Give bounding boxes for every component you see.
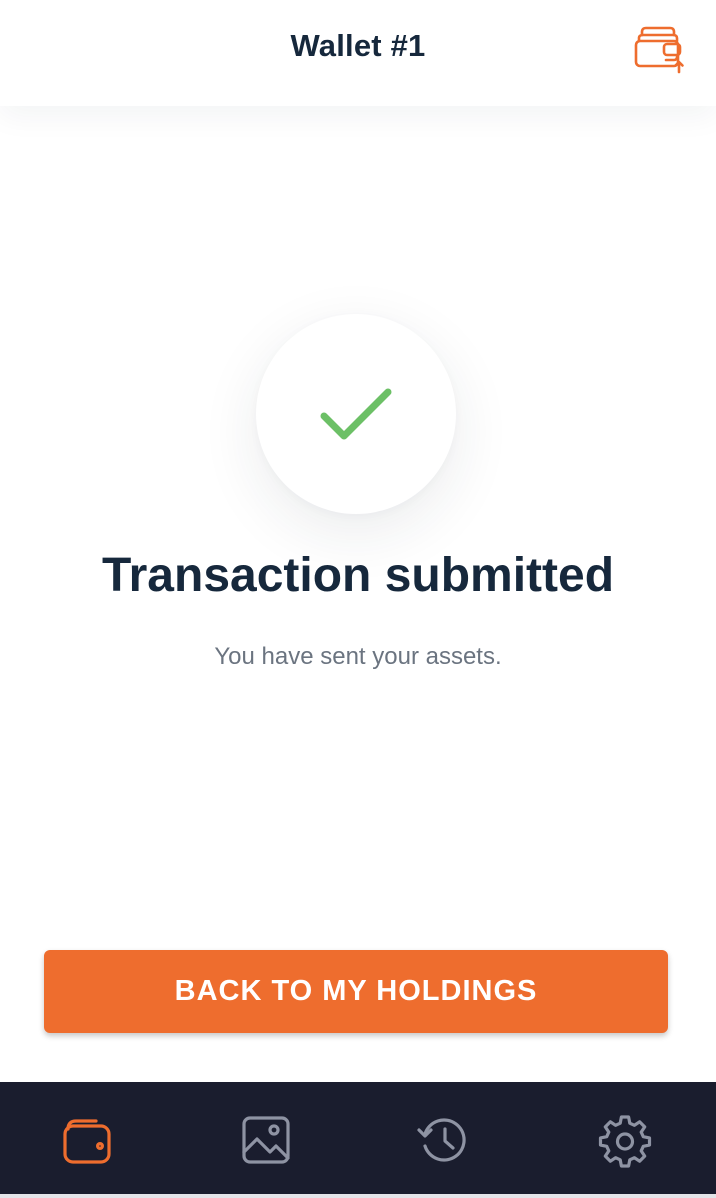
app-screen: Wallet #1 Transaction submitted You have… xyxy=(0,0,716,1198)
page-title: Wallet #1 xyxy=(290,28,426,63)
nav-item-wallet[interactable] xyxy=(59,1112,115,1168)
wallet-switch-icon xyxy=(634,26,684,74)
top-header: Wallet #1 xyxy=(0,0,716,106)
history-icon xyxy=(417,1118,466,1162)
checkmark-icon xyxy=(320,388,392,440)
back-to-holdings-button[interactable]: BACK TO MY HOLDINGS xyxy=(44,950,668,1033)
wallet-switch-button[interactable] xyxy=(632,24,686,74)
result-title: Transaction submitted xyxy=(101,549,615,602)
wallet-icon xyxy=(63,1119,111,1164)
nav-item-settings[interactable] xyxy=(597,1112,653,1168)
image-icon xyxy=(242,1116,290,1164)
gear-icon xyxy=(598,1115,652,1168)
home-indicator-strip xyxy=(0,1194,716,1198)
nav-item-gallery[interactable] xyxy=(238,1112,294,1168)
bottom-navigation xyxy=(0,1082,716,1194)
result-subtitle: You have sent your assets. xyxy=(214,643,502,670)
success-badge xyxy=(256,314,456,514)
nav-item-history[interactable] xyxy=(415,1112,471,1168)
